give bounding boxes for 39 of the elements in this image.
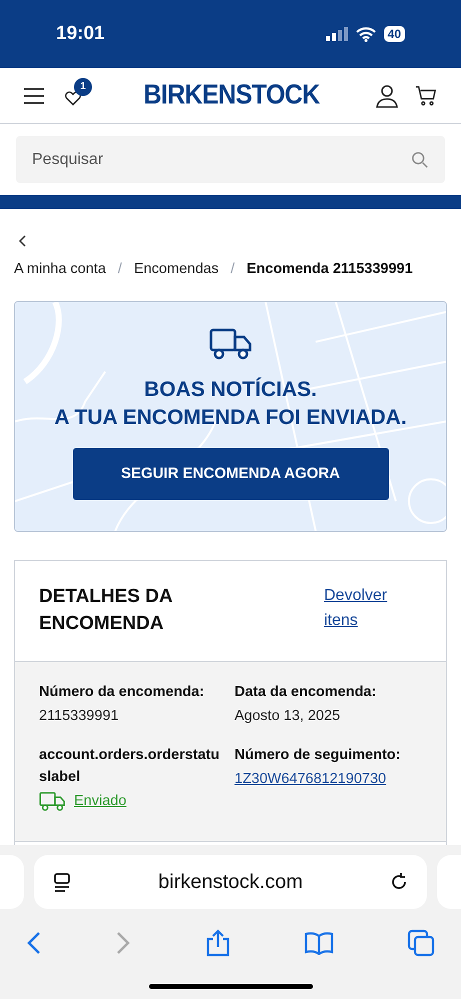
- details-heading: DETALHES DA ENCOMENDA: [39, 584, 174, 636]
- tracking-number-link[interactable]: 1Z30W6476812190730: [234, 769, 422, 791]
- reader-icon[interactable]: [52, 872, 72, 892]
- address-bar[interactable]: birkenstock.com: [34, 855, 427, 909]
- field-label: account.orders.orderstatuslabel: [39, 746, 220, 787]
- signal-icon: [326, 27, 348, 41]
- reload-icon[interactable]: [389, 872, 409, 892]
- heart-icon[interactable]: [64, 90, 82, 106]
- share-icon[interactable]: [204, 929, 230, 957]
- battery-level: 40: [384, 26, 405, 42]
- menu-icon[interactable]: [24, 88, 44, 104]
- field-label: Data da encomenda:: [234, 682, 378, 702]
- breadcrumb-link[interactable]: A minha conta: [14, 259, 106, 281]
- search-field[interactable]: Pesquisar: [16, 136, 445, 183]
- wifi-icon: [356, 26, 376, 42]
- return-items-link[interactable]: Devolver itens: [324, 582, 414, 637]
- bookmarks-icon[interactable]: [304, 931, 334, 955]
- field-value: Agosto 13, 2025: [234, 706, 342, 726]
- tabs-icon[interactable]: [407, 929, 435, 957]
- banner-heading: BOAS NOTÍCIAS. A TUA ENCOMENDA FOI ENVIADA.: [54, 376, 407, 431]
- track-order-button[interactable]: SEGUIR ENCOMENDA AGORA: [72, 448, 388, 500]
- cart-icon[interactable]: [414, 84, 437, 106]
- field-label: Número de seguimento:: [234, 746, 402, 766]
- forward-icon[interactable]: [115, 931, 132, 955]
- field-label: Número da encomenda:: [39, 682, 206, 702]
- search-icon[interactable]: [411, 151, 429, 169]
- breadcrumb-separator: /: [118, 260, 122, 279]
- wishlist-count-badge: 1: [74, 78, 92, 96]
- logo[interactable]: BIRKENSTOCK: [143, 74, 320, 116]
- back-icon[interactable]: [26, 931, 42, 955]
- field-value: 2115339991: [39, 706, 120, 726]
- clock: 19:01: [56, 22, 105, 46]
- url-text: birkenstock.com: [157, 870, 304, 895]
- truck-icon: [39, 791, 66, 812]
- user-icon[interactable]: [374, 84, 399, 108]
- breadcrumb-link[interactable]: Encomenda 2115339991: [246, 259, 413, 281]
- breadcrumb-link[interactable]: Encomendas: [134, 259, 219, 281]
- breadcrumb-separator: /: [230, 260, 235, 279]
- back-chevron-icon[interactable]: [18, 235, 26, 247]
